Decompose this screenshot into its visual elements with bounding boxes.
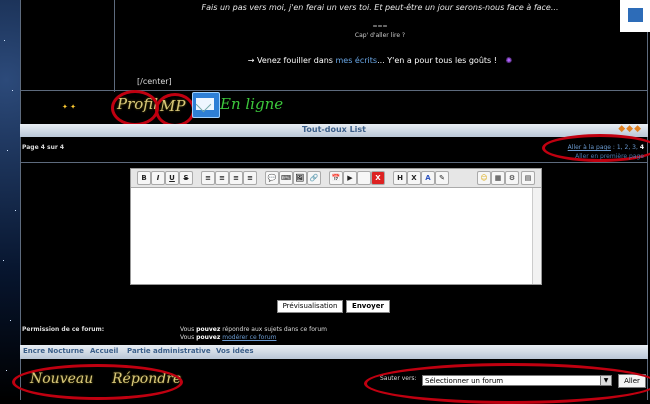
page-2-link[interactable]: 2: [625, 144, 629, 151]
perm-1-strong: pouvez: [196, 326, 221, 333]
quick-reply-editor: B I U S ≡ ≡ ≡ ≡ 💬 ⌨ 🖼 🔗 📅 ▶ X H X A ✎ ☺ …: [130, 168, 542, 285]
quote-button[interactable]: 💬: [265, 171, 279, 185]
pagination: Aller à la page : 1, 2, 3, 4: [567, 144, 644, 151]
starry-background: [0, 0, 20, 400]
perm-2-strong: pouvez: [196, 334, 221, 341]
bold-button[interactable]: B: [137, 171, 151, 185]
page-info: Page 4 sur 4: [22, 144, 65, 151]
center-tag: [/center]: [137, 77, 172, 86]
left-border: [20, 0, 21, 400]
settings-button[interactable]: ⚙: [505, 171, 519, 185]
send-button[interactable]: Envoyer: [346, 300, 390, 313]
message-textarea[interactable]: [131, 188, 541, 284]
moderate-forum-link[interactable]: modérer ce forum: [222, 334, 276, 341]
page-1-link[interactable]: 1: [617, 144, 621, 151]
topic-nav-arrows[interactable]: ◆◆◆: [618, 124, 642, 134]
topic-title-bar: Tout-doux List ◆◆◆: [20, 124, 648, 137]
table-insert-button[interactable]: ▦: [491, 171, 505, 185]
post-line-3: → Venez fouiller dans mes écrits... Y'en…: [135, 56, 625, 65]
youtube-button[interactable]: X: [371, 171, 385, 185]
image-button[interactable]: 🖼: [293, 171, 307, 185]
breadcrumb-partie-administrative[interactable]: Partie administrative: [127, 347, 211, 355]
editor-scrollbar[interactable]: [532, 188, 541, 284]
annotation-circle-mp: [155, 93, 195, 127]
code-button[interactable]: ⌨: [279, 171, 293, 185]
align-right-button[interactable]: ≡: [229, 171, 243, 185]
purple-smiley-icon: ✺: [505, 56, 513, 65]
perm-1-suffix: répondre aux sujets dans ce forum: [220, 326, 328, 333]
permission-reply: Vous pouvez répondre aux sujets dans ce …: [180, 326, 327, 333]
goto-page-link[interactable]: Aller à la page: [568, 144, 611, 151]
perm-2-prefix: Vous: [180, 334, 197, 341]
perm-1-prefix: Vous: [180, 326, 197, 333]
link-button[interactable]: 🔗: [307, 171, 321, 185]
clear-format-button[interactable]: X: [407, 171, 421, 185]
underline-button[interactable]: U: [165, 171, 179, 185]
post-separator: ===: [372, 23, 388, 30]
table-button[interactable]: ▶: [343, 171, 357, 185]
annotation-circle-actions: [12, 364, 183, 400]
breadcrumb-vos-idees[interactable]: Vos idées: [216, 347, 254, 355]
forum-frame: Fais un pas vers moi, j'en ferai un vers…: [12, 0, 650, 404]
annotation-circle-jump: [364, 363, 650, 404]
preview-button[interactable]: Prévisualisation: [277, 300, 343, 313]
strike-button[interactable]: S: [179, 171, 193, 185]
mes-ecrits-link[interactable]: mes écrits: [336, 56, 378, 65]
post-divider: [114, 0, 115, 92]
source-button[interactable]: ▤: [521, 171, 535, 185]
calendar-button[interactable]: 📅: [329, 171, 343, 185]
italic-button[interactable]: I: [151, 171, 165, 185]
align-center-button[interactable]: ≡: [215, 171, 229, 185]
breadcrumb: Encre Nocturne Accueil Partie administra…: [20, 345, 648, 359]
signature-row: ✦ ✦ Profil MP En ligne: [20, 90, 648, 127]
permission-moderate: Vous pouvez modérer ce forum: [180, 334, 276, 341]
font-color-button[interactable]: A: [421, 171, 435, 185]
post-line-3-prefix: → Venez fouiller dans: [247, 56, 336, 65]
breadcrumb-accueil[interactable]: Accueil: [90, 347, 118, 355]
heading-button[interactable]: H: [393, 171, 407, 185]
post-line-2: Cap' d'aller lire ?: [354, 32, 406, 39]
post-line-1: Fais un pas vers moi, j'en ferai un vers…: [201, 3, 559, 12]
reply-divider: [20, 162, 648, 163]
media-button[interactable]: [357, 171, 371, 185]
annotation-circle-profil: [111, 90, 159, 126]
smiley-button[interactable]: ☺: [477, 171, 491, 185]
corner-logo-icon: [620, 0, 650, 32]
right-border: [647, 0, 648, 400]
justify-button[interactable]: ≡: [243, 171, 257, 185]
current-page: 4: [639, 144, 644, 151]
star-rank-icon: ✦ ✦: [62, 103, 76, 111]
breadcrumb-encre-nocturne[interactable]: Encre Nocturne: [23, 347, 84, 355]
signature-divider: [20, 90, 648, 91]
goto-first-page-link[interactable]: Aller en première page: [575, 153, 644, 160]
align-left-button[interactable]: ≡: [201, 171, 215, 185]
editor-toolbar: B I U S ≡ ≡ ≡ ≡ 💬 ⌨ 🖼 🔗 📅 ▶ X H X A ✎ ☺ …: [131, 169, 541, 188]
page-3-link[interactable]: 3: [632, 144, 636, 151]
topic-title[interactable]: Tout-doux List: [20, 125, 648, 134]
online-status: En ligne: [220, 95, 284, 113]
permissions-label: Permission de ce forum:: [22, 326, 105, 333]
post-line-3-suffix: ... Y'en a pour tous les goûts !: [377, 56, 497, 65]
highlight-button[interactable]: ✎: [435, 171, 449, 185]
mail-icon[interactable]: [192, 92, 220, 118]
